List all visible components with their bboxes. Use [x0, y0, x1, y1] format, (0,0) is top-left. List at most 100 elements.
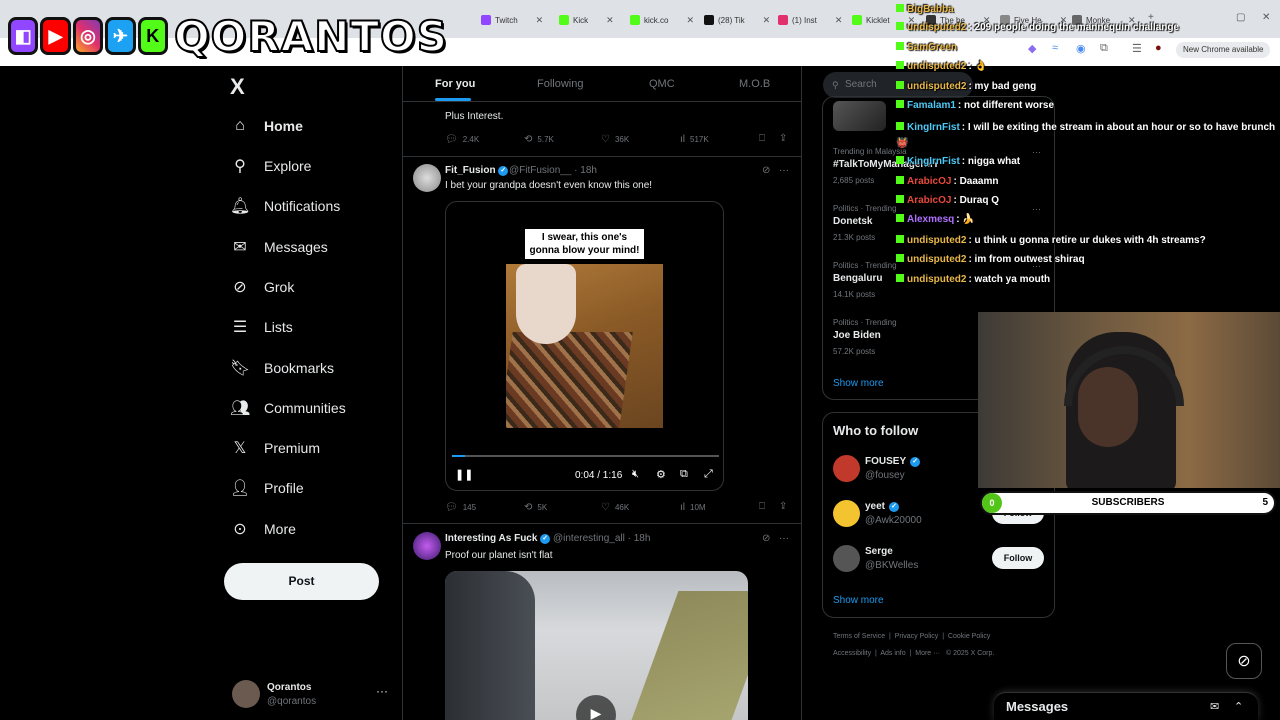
- trend-name[interactable]: Bengaluru: [833, 273, 882, 284]
- play-icon[interactable]: ▶: [576, 695, 616, 720]
- sidebar-item-profile[interactable]: 👤︎ Profile: [230, 476, 304, 500]
- sidebar-item-explore[interactable]: ⚲ Explore: [230, 154, 311, 178]
- more-icon[interactable]: ···: [1032, 204, 1041, 214]
- chat-text: : not different worse: [957, 100, 1055, 111]
- tweet-author-name[interactable]: Interesting As Fuck ✓: [445, 533, 551, 544]
- tweet-author-name[interactable]: Fit_Fusion ✓: [445, 165, 509, 176]
- like-button[interactable]: ♡ 46K: [601, 502, 629, 513]
- more-icon[interactable]: ···: [779, 165, 789, 176]
- share-icon[interactable]: ⇪: [779, 133, 787, 144]
- browser-tab[interactable]: (28) Tik ✕: [704, 10, 770, 30]
- footer-link-accessibility[interactable]: Accessibility: [833, 650, 871, 657]
- puzzle-icon[interactable]: ⧉: [1100, 42, 1108, 55]
- copyright: © 2025 X Corp.: [945, 650, 995, 657]
- repost-button[interactable]: ⟲ 5K: [524, 502, 547, 513]
- reply-button[interactable]: 💬︎ 2.4K: [445, 134, 479, 145]
- sidebar-item-home[interactable]: ⌂ Home: [230, 114, 303, 138]
- avatar[interactable]: [833, 455, 860, 482]
- reply-button[interactable]: 💬︎ 145: [445, 502, 476, 513]
- footer-link-more[interactable]: More ···: [915, 650, 940, 657]
- follow-button[interactable]: Follow: [992, 547, 1044, 569]
- close-tab-icon[interactable]: ✕: [686, 15, 694, 26]
- video-player[interactable]: I swear, this one's gonna blow your mind…: [445, 201, 724, 491]
- tab-following[interactable]: Following: [537, 78, 583, 90]
- bookmark-icon[interactable]: ⎕: [759, 501, 765, 512]
- sidebar-item-lists[interactable]: ☰ Lists: [230, 315, 293, 339]
- fullscreen-icon[interactable]: ⤢: [704, 468, 713, 481]
- grok-icon[interactable]: ⊘: [762, 165, 770, 176]
- show-more-link[interactable]: Show more: [833, 378, 884, 389]
- kick-badge-icon: [896, 214, 904, 222]
- grok-icon[interactable]: ⊘: [762, 533, 770, 544]
- extension-icon[interactable]: ≈: [1052, 42, 1058, 54]
- grok-icon[interactable]: ⊘: [1226, 643, 1262, 679]
- tab-qmc[interactable]: QMC: [649, 78, 675, 90]
- chat-text: : 209 people doing the mannequin challan…: [968, 22, 1180, 33]
- browser-tab[interactable]: (1) Inst ✕: [778, 10, 842, 30]
- minimize-icon[interactable]: ▢: [1236, 12, 1245, 23]
- sidebar-item-more[interactable]: ⊙ More: [230, 517, 296, 541]
- browser-tab[interactable]: Twitch ✕: [481, 10, 543, 30]
- tab-for-you[interactable]: For you: [435, 78, 475, 90]
- pause-icon[interactable]: ❚❚: [455, 468, 473, 481]
- repost-button[interactable]: ⟲ 5.7K: [524, 134, 554, 145]
- sidebar-item-communities[interactable]: 👥︎ Communities: [230, 396, 346, 420]
- close-tab-icon[interactable]: ✕: [763, 15, 771, 26]
- new-chrome-available-button[interactable]: New Chrome available: [1176, 42, 1271, 58]
- avatar[interactable]: [833, 500, 860, 527]
- close-tab-icon[interactable]: ✕: [536, 15, 544, 26]
- more-icon[interactable]: ···: [779, 533, 789, 544]
- avatar[interactable]: [413, 532, 441, 560]
- show-more-link[interactable]: Show more: [833, 595, 884, 606]
- sidebar-item-label: Notifications: [264, 198, 341, 214]
- avatar[interactable]: [833, 545, 860, 572]
- footer-link-ads[interactable]: Ads info: [880, 650, 905, 657]
- tweet-author-handle[interactable]: @interesting_all · 18h: [553, 533, 650, 544]
- close-tab-icon[interactable]: ✕: [835, 15, 843, 26]
- more-icon[interactable]: ···: [376, 684, 388, 698]
- follow-suggestion-name[interactable]: FOUSEY ✓: [865, 456, 921, 467]
- sidebar-item-notifications[interactable]: 🔔︎ Notifications: [230, 194, 340, 218]
- extension-icon[interactable]: ◆: [1028, 42, 1036, 55]
- footer-link-privacy[interactable]: Privacy Policy: [895, 633, 939, 640]
- video-progress[interactable]: [452, 455, 719, 457]
- browser-tab[interactable]: Kick ✕: [559, 10, 614, 30]
- follow-suggestion-name[interactable]: Serge: [865, 546, 893, 557]
- profile-avatar-icon[interactable]: ●: [1155, 42, 1162, 54]
- like-button[interactable]: ♡ 36K: [601, 134, 629, 145]
- close-tab-icon[interactable]: ✕: [606, 15, 614, 26]
- views-button[interactable]: ıl 10M: [680, 502, 706, 513]
- expand-icon[interactable]: ⌃: [1234, 700, 1243, 713]
- sidebar-item-bookmarks[interactable]: 🔖︎ Bookmarks: [230, 356, 334, 380]
- share-icon[interactable]: ⇪: [779, 501, 787, 512]
- avatar[interactable]: [413, 164, 441, 192]
- volume-icon[interactable]: 🔇︎: [632, 468, 639, 481]
- sidebar-item-premium[interactable]: 𝕏 Premium: [230, 436, 320, 460]
- tab-mob[interactable]: M.O.B: [739, 78, 770, 90]
- browser-tab[interactable]: kick.co ✕: [630, 10, 694, 30]
- news-thumbnail[interactable]: [833, 101, 886, 131]
- close-window-icon[interactable]: ✕: [1262, 12, 1270, 23]
- bookmark-icon[interactable]: ⎕: [759, 133, 765, 144]
- new-message-icon[interactable]: ✉: [1210, 700, 1219, 713]
- pip-icon[interactable]: ⧉: [680, 468, 688, 481]
- settings-icon[interactable]: ⚙: [656, 468, 666, 481]
- trend-name[interactable]: Joe Biden: [833, 330, 881, 341]
- account-switcher[interactable]: Qorantos @qorantos ···: [230, 680, 390, 710]
- chat-username: SamGreen: [907, 42, 958, 53]
- messages-drawer[interactable]: Messages ✉ ⌃: [994, 692, 1258, 720]
- video-player[interactable]: ▶: [445, 571, 748, 720]
- post-button[interactable]: Post: [224, 563, 379, 600]
- follow-suggestion-name[interactable]: yeet ✓: [865, 501, 900, 512]
- sidebar-item-messages[interactable]: ✉ Messages: [230, 235, 328, 259]
- footer-link-terms[interactable]: Terms of Service: [833, 633, 885, 640]
- x-logo[interactable]: X: [230, 74, 245, 100]
- sidebar-item-grok[interactable]: ⊘ Grok: [230, 275, 294, 299]
- extension-icon[interactable]: ◉: [1076, 42, 1086, 55]
- chat-text: : watch ya mouth: [968, 274, 1051, 285]
- views-button[interactable]: ıl 517K: [680, 134, 709, 145]
- trend-name[interactable]: Donetsk: [833, 216, 872, 227]
- menu-icon[interactable]: ☰: [1132, 42, 1142, 55]
- footer-link-cookie[interactable]: Cookie Policy: [948, 633, 990, 640]
- tweet-author-handle[interactable]: @FitFusion__ · 18h: [509, 165, 597, 176]
